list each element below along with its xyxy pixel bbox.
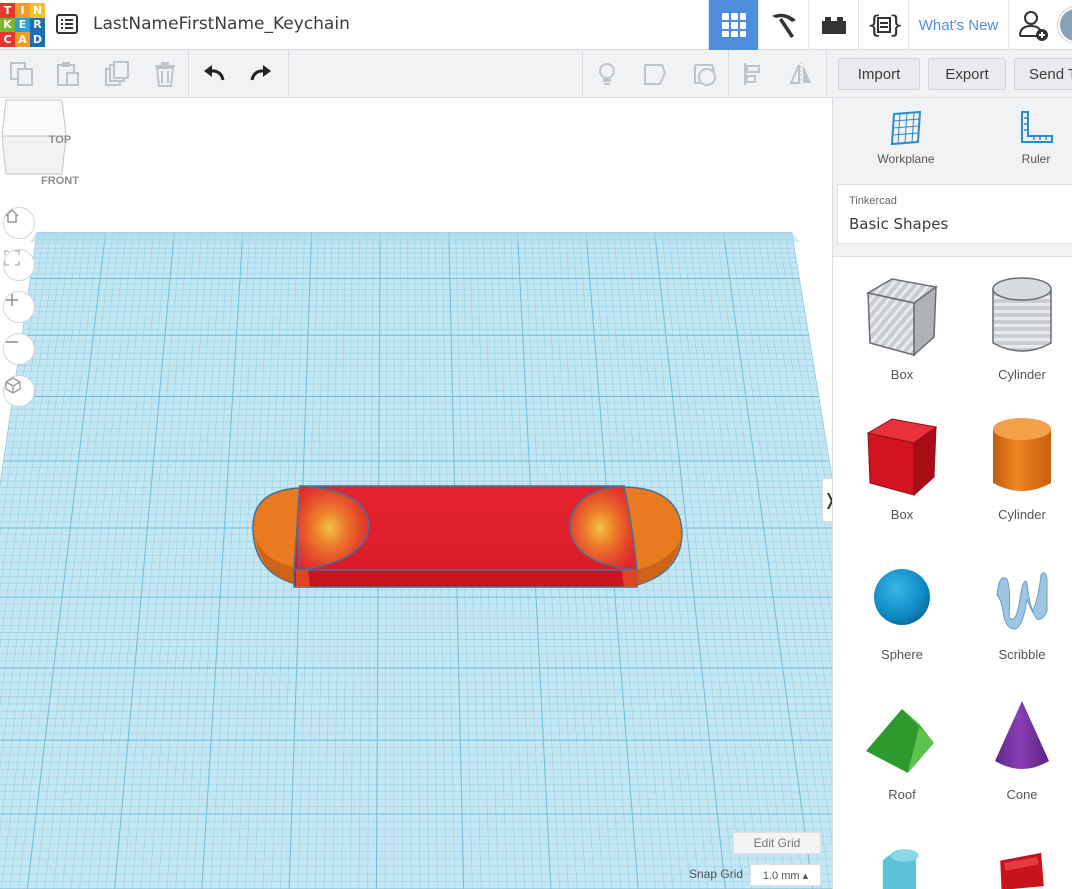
3d-viewport[interactable]: TOP FRONT Edit Grid Snap Grid 1.0 mm ▴ <box>0 98 832 889</box>
3d-design-view-button[interactable] <box>708 0 758 50</box>
svg-text:{: { <box>867 11 881 39</box>
view-cube-front-label[interactable]: FRONT <box>30 175 90 187</box>
tinkercad-editor: T I N K E R C A D LastNameFirstName_Keyc… <box>0 0 1072 889</box>
shapes-panel: Workplane Ruler Tinkercad Basic Shapes B… <box>832 98 1072 889</box>
home-view-button[interactable] <box>3 207 35 239</box>
logo-letter: N <box>30 3 45 18</box>
minus-icon <box>6 341 18 343</box>
shape-cone[interactable]: Cone <box>967 677 1072 807</box>
library-name: Basic Shapes <box>849 215 949 233</box>
cone-icon <box>995 701 1049 769</box>
snap-grid-select[interactable]: 1.0 mm ▴ <box>750 864 821 886</box>
import-button[interactable]: Import <box>838 58 920 90</box>
shape-label: Box <box>890 367 914 382</box>
logo-letter: D <box>30 32 45 47</box>
whats-new-link[interactable]: What's New <box>908 0 1008 50</box>
design-title[interactable]: LastNameFirstName_Keychain <box>93 14 350 34</box>
logo-letter: K <box>0 17 15 32</box>
logo-letter: E <box>15 17 30 32</box>
edit-grid-button[interactable]: Edit Grid <box>733 832 821 854</box>
home-icon <box>5 208 19 223</box>
redo-icon[interactable] <box>247 60 275 88</box>
shape-sphere[interactable]: Sphere <box>847 537 957 667</box>
zoom-out-button[interactable] <box>3 333 35 365</box>
shape-partial-text[interactable] <box>967 817 1072 889</box>
view-cube-top-label[interactable]: TOP <box>30 134 90 146</box>
logo-letter: T <box>0 3 15 18</box>
text-shape-icon <box>1000 852 1044 889</box>
shape-label: Roof <box>888 787 916 802</box>
logo-letter: I <box>15 3 30 18</box>
group-icon[interactable] <box>641 60 669 88</box>
workplane-icon <box>890 110 922 146</box>
ungroup-icon[interactable] <box>691 60 719 88</box>
lightbulb-icon[interactable] <box>593 60 621 88</box>
shape-box-hole[interactable]: Box <box>847 257 957 387</box>
workplane-grid[interactable] <box>0 98 832 889</box>
delete-icon[interactable] <box>151 60 179 88</box>
fit-all-icon <box>4 250 20 266</box>
shape-label: Box <box>890 507 914 522</box>
codeblocks-view-button[interactable]: { } <box>858 0 908 50</box>
ruler-icon <box>1021 111 1053 143</box>
shape-label: Scribble <box>998 647 1046 662</box>
shape-box[interactable]: Box <box>847 397 957 527</box>
tinkercad-logo[interactable]: T I N K E R C A D <box>0 3 45 47</box>
box-hole-icon <box>865 278 938 357</box>
shape-scribble[interactable]: Scribble <box>967 537 1072 667</box>
align-icon[interactable] <box>740 60 768 88</box>
shape-label: Cylinder <box>998 367 1046 382</box>
ruler-tool[interactable]: Ruler <box>991 110 1072 172</box>
shape-partial-tube[interactable] <box>847 817 957 889</box>
export-button[interactable]: Export <box>928 58 1006 90</box>
scribble-icon <box>996 572 1048 630</box>
shape-label: Cylinder <box>998 507 1046 522</box>
paste-icon[interactable] <box>54 60 82 88</box>
pickaxe-icon <box>771 13 796 38</box>
box-solid-icon <box>866 418 938 497</box>
avatar[interactable] <box>1058 7 1072 43</box>
grid-icon <box>721 13 746 37</box>
logo-letter: A <box>15 32 30 47</box>
snap-grid-label: Snap Grid <box>689 867 744 881</box>
tube-icon <box>882 849 919 889</box>
add-user-icon <box>1018 11 1048 41</box>
shape-roof[interactable]: Roof <box>847 677 957 807</box>
workplane-tool[interactable]: Workplane <box>861 110 951 172</box>
keychain-model[interactable] <box>252 485 683 588</box>
perspective-button[interactable] <box>3 375 35 407</box>
shape-cylinder-hole[interactable]: Cylinder <box>967 257 1072 387</box>
cylinder-hole-icon <box>992 277 1052 352</box>
code-braces-icon: { } <box>867 11 902 39</box>
shape-label: Sphere <box>881 647 923 662</box>
plus-icon <box>6 294 18 306</box>
invite-user-button[interactable] <box>1008 0 1058 50</box>
duplicate-icon[interactable] <box>103 60 131 88</box>
shapes-grid: Box Cylinder Box Cylinder Sphere Scribbl… <box>833 256 1072 889</box>
bricks-view-button[interactable] <box>808 0 858 50</box>
blocks-view-button[interactable] <box>758 0 808 50</box>
logo-letter: R <box>30 17 45 32</box>
sphere-icon <box>874 569 930 625</box>
shape-cylinder[interactable]: Cylinder <box>967 397 1072 527</box>
library-provider-label: Tinkercad <box>849 195 897 207</box>
shape-label: Cone <box>1006 787 1038 802</box>
ruler-label: Ruler <box>1021 152 1051 166</box>
workplane-label: Workplane <box>877 152 935 166</box>
perspective-cube-icon <box>5 377 21 394</box>
design-list-icon[interactable] <box>56 14 78 34</box>
logo-letter: C <box>0 32 15 47</box>
copy-icon[interactable] <box>8 60 36 88</box>
edit-toolbar: Import Export Send T <box>0 50 1072 98</box>
shape-library-select[interactable]: Tinkercad Basic Shapes <box>837 184 1072 244</box>
send-to-button[interactable]: Send T <box>1014 58 1072 90</box>
fit-view-button[interactable] <box>3 249 35 281</box>
zoom-in-button[interactable] <box>3 291 35 323</box>
brick-icon <box>821 17 846 34</box>
mirror-icon[interactable] <box>787 60 815 88</box>
top-bar: T I N K E R C A D LastNameFirstName_Keyc… <box>0 0 1072 50</box>
undo-icon[interactable] <box>200 60 228 88</box>
roof-icon <box>866 709 934 773</box>
cylinder-solid-icon <box>993 418 1051 491</box>
